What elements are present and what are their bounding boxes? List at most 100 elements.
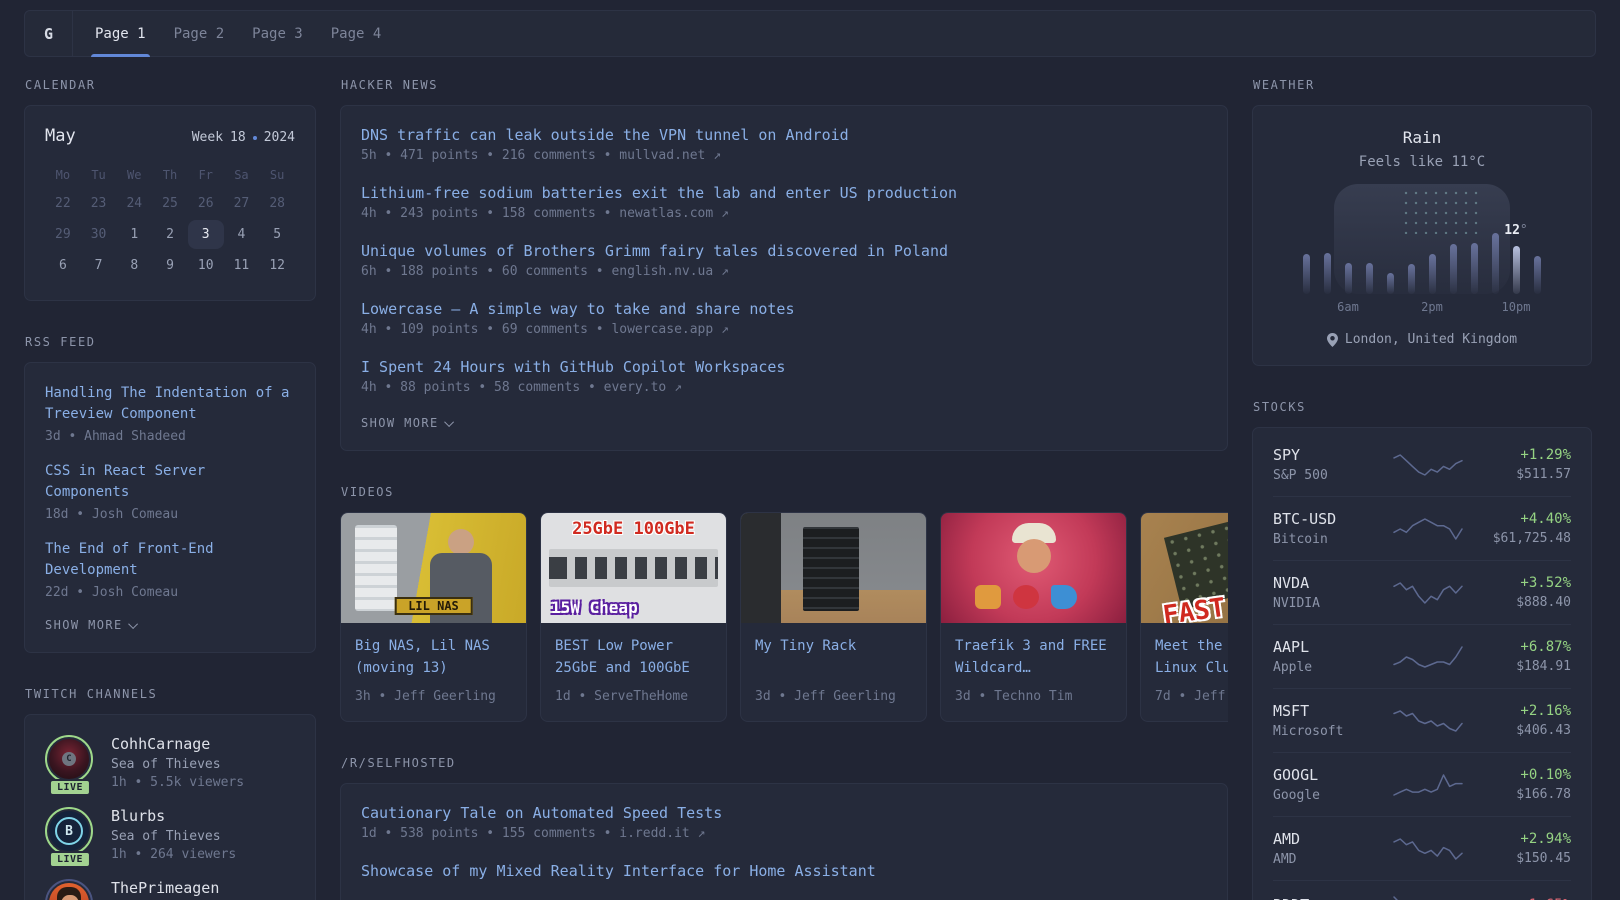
stock-row[interactable]: RDDT -1.65% xyxy=(1273,880,1571,900)
channel-viewers: 1h • 5.5k viewers xyxy=(111,775,244,790)
hn-item-link[interactable]: Unique volumes of Brothers Grimm fairy t… xyxy=(361,242,1207,260)
calendar-day: 4 xyxy=(224,220,260,249)
weather-hour-bar xyxy=(1324,253,1331,294)
hn-item-link[interactable]: Lithium-free sodium batteries exit the l… xyxy=(361,184,1207,202)
stock-row[interactable]: SPYS&P 500 +1.29%$511.57 xyxy=(1273,433,1571,496)
calendar-day: 12 xyxy=(259,251,295,280)
stock-name: S&P 500 xyxy=(1273,468,1385,483)
hn-item-link[interactable]: I Spent 24 Hours with GitHub Copilot Wor… xyxy=(361,358,1207,376)
stock-name: Google xyxy=(1273,788,1385,803)
calendar-day: 28 xyxy=(259,189,295,218)
stock-price: $406.43 xyxy=(1471,723,1571,738)
weather-time-axis: 6am 2pm 10pm xyxy=(1296,300,1548,316)
rss-widget: RSS FEED Handling The Indentation of a T… xyxy=(24,335,316,653)
channel-name: CohhCarnage xyxy=(111,735,244,753)
channel-game: Sea of Thieves xyxy=(111,757,244,772)
twitch-channel-row[interactable]: ThePrimeagen xyxy=(45,879,295,900)
stock-change: +4.40% xyxy=(1471,511,1571,527)
calendar-heading: CALENDAR xyxy=(25,78,316,92)
weather-hour-bar xyxy=(1429,254,1436,294)
stock-row[interactable]: NVDANVIDIA +3.52%$888.40 xyxy=(1273,560,1571,624)
calendar-day-header: Tu xyxy=(81,160,117,189)
stock-name: Microsoft xyxy=(1273,724,1385,739)
calendar-day: 22 xyxy=(45,189,81,218)
channel-viewers: 1h • 264 viewers xyxy=(111,847,236,862)
app-logo: G xyxy=(25,11,73,56)
video-thumbnail: FAST xyxy=(1141,513,1228,623)
stock-sparkline xyxy=(1392,772,1464,798)
reddit-item-link[interactable]: Showcase of my Mixed Reality Interface f… xyxy=(361,862,1207,880)
tab-page-4[interactable]: Page 4 xyxy=(331,11,382,56)
weather-condition: Rain xyxy=(1275,128,1569,147)
selfhosted-widget: /R/SELFHOSTED Cautionary Tale on Automat… xyxy=(340,756,1228,900)
hn-item: Lithium-free sodium batteries exit the l… xyxy=(361,184,1207,221)
hn-item-link[interactable]: DNS traffic can leak outside the VPN tun… xyxy=(361,126,1207,144)
tab-page-3[interactable]: Page 3 xyxy=(252,11,303,56)
twitch-heading: TWITCH CHANNELS xyxy=(25,687,316,701)
video-thumbnail: LIL NAS xyxy=(341,513,526,623)
video-meta: 3d • Jeff Geerling xyxy=(755,689,912,704)
stock-row[interactable]: GOOGLGoogle +0.10%$166.78 xyxy=(1273,752,1571,816)
calendar-widget: CALENDAR May Week 18 2024 MoTuWeThFrSaSu… xyxy=(24,78,316,301)
calendar-day: 11 xyxy=(224,251,260,280)
video-card[interactable]: My Tiny Rack 3d • Jeff Geerling xyxy=(740,512,927,722)
stock-symbol: GOOGL xyxy=(1273,766,1385,784)
reddit-item-meta: 1d • 538 points • 155 comments • i.redd.… xyxy=(361,826,1207,841)
stock-sparkline xyxy=(1392,836,1464,862)
twitch-channel-row[interactable]: C LIVE CohhCarnage Sea of Thieves 1h • 5… xyxy=(45,735,295,790)
calendar-day: 23 xyxy=(81,189,117,218)
video-card[interactable]: Traefik 3 and FREE Wildcard… 3d • Techno… xyxy=(940,512,1127,722)
tab-page-1[interactable]: Page 1 xyxy=(95,11,146,56)
rss-item-meta: 3d • Ahmad Shadeed xyxy=(45,429,295,444)
twitch-channel-row[interactable]: B LIVE Blurbs Sea of Thieves 1h • 264 vi… xyxy=(45,807,295,862)
calendar-day-grid: 222324252627282930123456789101112 xyxy=(45,189,295,280)
stock-row[interactable]: MSFTMicrosoft +2.16%$406.43 xyxy=(1273,688,1571,752)
calendar-day-header: Su xyxy=(259,160,295,189)
weather-hour-bar xyxy=(1450,244,1457,294)
rss-item-link[interactable]: Handling The Indentation of a Treeview C… xyxy=(45,383,295,425)
stock-price: $150.45 xyxy=(1471,851,1571,866)
center-column: HACKER NEWS DNS traffic can leak outside… xyxy=(340,78,1228,900)
calendar-month: May xyxy=(45,126,76,146)
rss-show-more-button[interactable]: SHOW MORE xyxy=(45,618,295,632)
stock-symbol: AMD xyxy=(1273,830,1385,848)
hn-item: Unique volumes of Brothers Grimm fairy t… xyxy=(361,242,1207,279)
reddit-item-link[interactable]: Cautionary Tale on Automated Speed Tests xyxy=(361,804,1207,822)
stock-price: $888.40 xyxy=(1471,595,1571,610)
channel-game: Sea of Thieves xyxy=(111,829,236,844)
calendar-day: 6 xyxy=(45,251,81,280)
weather-widget: WEATHER Rain Feels like 11°C 12° 6am 2pm… xyxy=(1252,78,1592,366)
weather-hour-bar xyxy=(1471,243,1478,294)
hn-item-link[interactable]: Lowercase – A simple way to take and sha… xyxy=(361,300,1207,318)
live-badge: LIVE xyxy=(49,779,91,796)
stock-sparkline xyxy=(1392,452,1464,478)
hn-item-meta: 4h • 88 points • 58 comments • every.to … xyxy=(361,380,1207,395)
stock-row[interactable]: AAPLApple +6.87%$184.91 xyxy=(1273,624,1571,688)
calendar-day-headers: MoTuWeThFrSaSu xyxy=(45,160,295,189)
stocks-widget: STOCKS SPYS&P 500 +1.29%$511.57 BTC-USDB… xyxy=(1252,400,1592,900)
video-thumbnail: 25GbE 100GbE 15W Cheap xyxy=(541,513,726,623)
video-title[interactable]: Big NAS, Lil NAS (moving 13) xyxy=(355,635,512,679)
video-title[interactable]: Traefik 3 and FREE Wildcard… xyxy=(955,635,1112,679)
stock-row[interactable]: AMDAMD +2.94%$150.45 xyxy=(1273,816,1571,880)
weather-hour-bar xyxy=(1366,263,1373,294)
video-card[interactable]: FAST Meet the Linux Clu 7d • Jeff Geerli… xyxy=(1140,512,1228,722)
right-column: WEATHER Rain Feels like 11°C 12° 6am 2pm… xyxy=(1252,78,1592,900)
video-title[interactable]: Meet the Linux Clu xyxy=(1155,635,1228,679)
hn-item-meta: 4h • 109 points • 69 comments • lowercas… xyxy=(361,322,1207,337)
calendar-day: 8 xyxy=(116,251,152,280)
rss-item-meta: 18d • Josh Comeau xyxy=(45,507,295,522)
calendar-day: 5 xyxy=(259,220,295,249)
stock-row[interactable]: BTC-USDBitcoin +4.40%$61,725.48 xyxy=(1273,496,1571,560)
rss-item-link[interactable]: The End of Front-End Development xyxy=(45,539,295,581)
channel-name: ThePrimeagen xyxy=(111,879,219,897)
hn-show-more-button[interactable]: SHOW MORE xyxy=(361,416,1207,430)
weather-temp-label: 12° xyxy=(1504,223,1527,238)
weather-hour-bar xyxy=(1492,233,1499,294)
video-title[interactable]: BEST Low Power 25GbE and 100GbE Switch… xyxy=(555,635,712,679)
video-card[interactable]: 25GbE 100GbE 15W Cheap BEST Low Power 25… xyxy=(540,512,727,722)
rss-item-link[interactable]: CSS in React Server Components xyxy=(45,461,295,503)
tab-page-2[interactable]: Page 2 xyxy=(174,11,225,56)
video-card[interactable]: LIL NAS Big NAS, Lil NAS (moving 13) 3h … xyxy=(340,512,527,722)
video-title[interactable]: My Tiny Rack xyxy=(755,635,912,679)
